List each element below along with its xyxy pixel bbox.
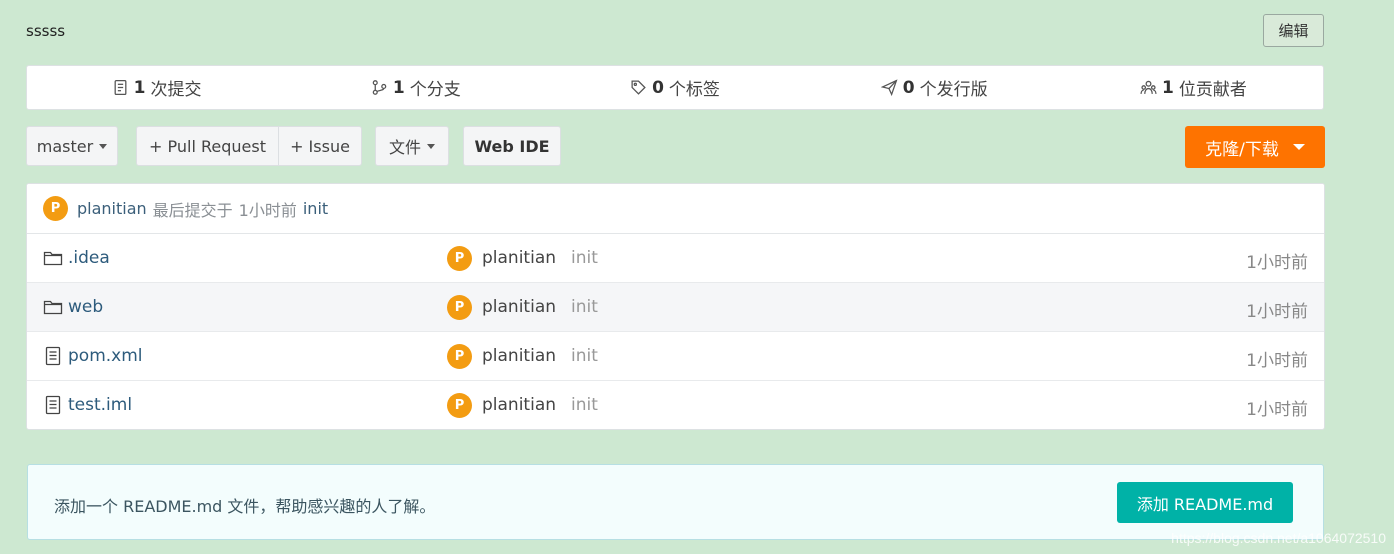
- branch-select[interactable]: master: [26, 126, 118, 166]
- file-author[interactable]: planitian: [482, 297, 556, 317]
- readme-prompt: 添加一个 README.md 文件，帮助感兴趣的人了解。 添加 README.m…: [27, 464, 1324, 540]
- commit-icon: [114, 79, 127, 96]
- stat-contributors-count: 1: [1161, 77, 1174, 98]
- stat-commits[interactable]: 1 次提交: [27, 75, 286, 100]
- last-commit-bar: P planitian 最后提交于 1小时前 init: [27, 184, 1324, 234]
- branch-select-label: master: [36, 136, 94, 156]
- file-icon: [45, 395, 61, 415]
- file-commit-message[interactable]: init: [571, 346, 598, 366]
- table-row[interactable]: pom.xml P planitian init 1小时前: [27, 332, 1324, 381]
- file-menu-button[interactable]: 文件: [375, 126, 449, 166]
- avatar[interactable]: P: [447, 295, 472, 320]
- file-name[interactable]: test.iml: [68, 395, 132, 415]
- file-author[interactable]: planitian: [482, 346, 556, 366]
- stat-commits-count: 1: [133, 77, 146, 98]
- file-time: 1小时前: [1246, 253, 1308, 273]
- file-commit-message[interactable]: init: [571, 297, 598, 317]
- folder-icon: [43, 300, 63, 315]
- clone-download-button[interactable]: 克隆/下载: [1185, 126, 1325, 168]
- chevron-down-icon: [1292, 144, 1305, 150]
- commit-message[interactable]: init: [303, 199, 328, 218]
- file-list: P planitian 最后提交于 1小时前 init .idea P plan…: [26, 183, 1325, 430]
- table-row[interactable]: web P planitian init 1小时前: [27, 283, 1324, 332]
- chevron-down-icon: [427, 143, 435, 149]
- pull-request-button[interactable]: + Pull Request: [136, 126, 279, 166]
- avatar[interactable]: P: [43, 196, 68, 221]
- stat-tags-label: 个标签: [668, 80, 720, 100]
- stat-releases[interactable]: 0 个发行版: [805, 75, 1064, 100]
- file-name[interactable]: pom.xml: [68, 346, 143, 366]
- clone-download-label: 克隆/下载: [1205, 139, 1279, 160]
- repo-description: sssss: [26, 22, 66, 40]
- avatar[interactable]: P: [447, 393, 472, 418]
- commit-time: 1小时前: [238, 200, 297, 220]
- commit-label: 最后提交于: [152, 200, 233, 220]
- stat-branches[interactable]: 1 个分支: [286, 75, 545, 100]
- stat-tags-count: 0: [652, 77, 664, 98]
- contributors-icon: [1140, 80, 1157, 94]
- stat-commits-label: 次提交: [150, 80, 202, 100]
- edit-button[interactable]: 编辑: [1263, 14, 1324, 47]
- file-author[interactable]: planitian: [482, 248, 556, 268]
- readme-tip: 添加一个 README.md 文件，帮助感兴趣的人了解。: [54, 497, 436, 516]
- commit-author[interactable]: planitian: [77, 199, 147, 218]
- chevron-down-icon: [99, 143, 108, 149]
- stat-tags[interactable]: 0 个标签: [545, 75, 804, 100]
- stat-contributors-label: 位贡献者: [1178, 80, 1247, 100]
- web-ide-button[interactable]: Web IDE: [463, 126, 561, 166]
- release-icon: [880, 79, 898, 96]
- issue-button[interactable]: + Issue: [278, 126, 362, 166]
- file-commit-message[interactable]: init: [571, 395, 598, 415]
- file-icon: [45, 346, 61, 366]
- watermark: https://blog.csdn.net/a1064072510: [1171, 530, 1386, 546]
- file-time: 1小时前: [1246, 302, 1308, 322]
- avatar[interactable]: P: [447, 246, 472, 271]
- avatar[interactable]: P: [447, 344, 472, 369]
- file-time: 1小时前: [1246, 400, 1308, 420]
- stat-releases-label: 个发行版: [919, 80, 988, 100]
- file-name[interactable]: web: [68, 297, 103, 317]
- file-menu-label: 文件: [388, 138, 421, 157]
- stat-contributors[interactable]: 1 位贡献者: [1064, 75, 1323, 100]
- add-readme-button[interactable]: 添加 README.md: [1117, 482, 1293, 523]
- branch-icon: [372, 80, 387, 95]
- table-row[interactable]: test.iml P planitian init 1小时前: [27, 381, 1324, 429]
- file-name[interactable]: .idea: [68, 248, 110, 268]
- repo-stats-bar: 1 次提交 1 个分支 0 个标签 0 个发行版 1 位贡献者: [26, 65, 1324, 110]
- stat-releases-count: 0: [902, 77, 915, 98]
- table-row[interactable]: .idea P planitian init 1小时前: [27, 234, 1324, 283]
- stat-branches-label: 个分支: [409, 80, 461, 100]
- tag-icon: [631, 80, 646, 95]
- folder-icon: [43, 251, 63, 266]
- stat-branches-count: 1: [392, 77, 405, 98]
- file-author[interactable]: planitian: [482, 395, 556, 415]
- file-commit-message[interactable]: init: [571, 248, 598, 268]
- file-time: 1小时前: [1246, 351, 1308, 371]
